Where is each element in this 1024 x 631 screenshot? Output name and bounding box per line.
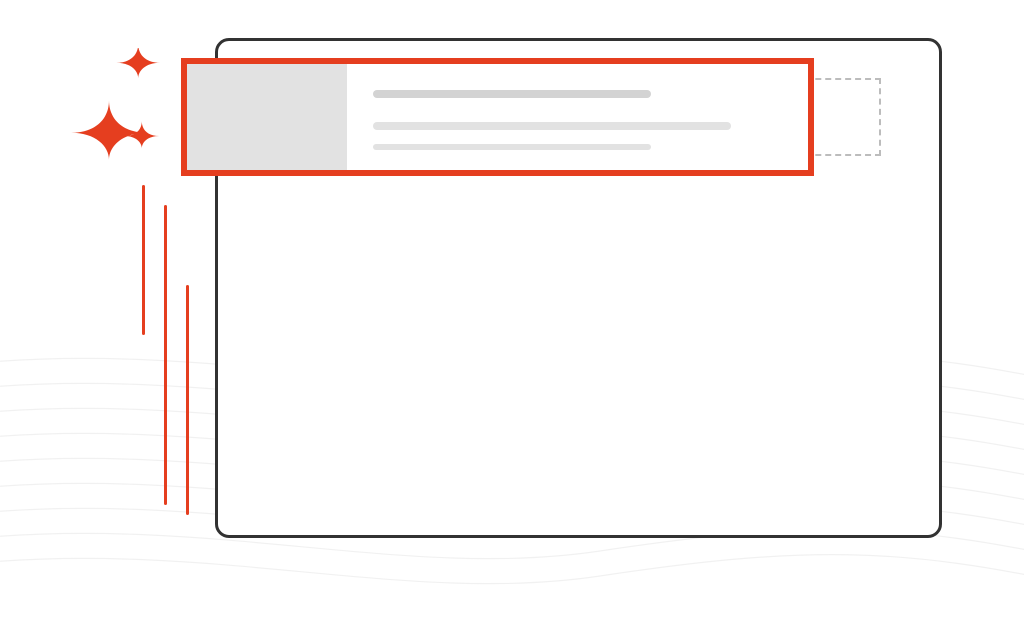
sparkle-icon xyxy=(55,48,185,173)
highlighted-item-card[interactable] xyxy=(181,58,814,176)
card-title-placeholder xyxy=(373,90,651,98)
card-text-placeholder xyxy=(373,122,731,130)
card-text-placeholder xyxy=(373,144,651,150)
card-thumbnail xyxy=(187,64,347,170)
